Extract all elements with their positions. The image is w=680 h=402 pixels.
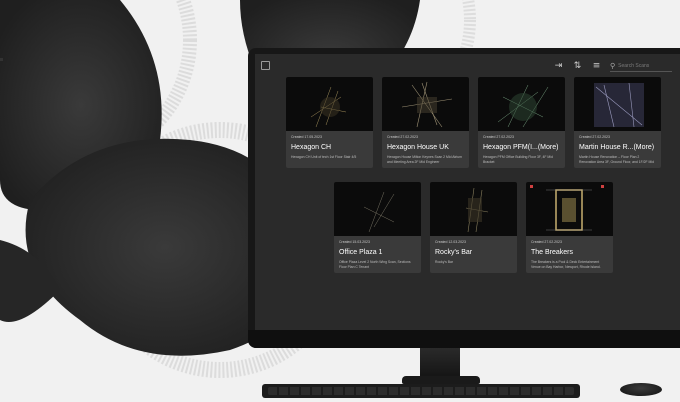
- scan-card[interactable]: Created 27.02.2023 The Breakers The Brea…: [526, 182, 613, 273]
- app-screen: ⇥ ⇅ ≡ ⚲ Created 17.05.2023 Hexagon CH: [255, 54, 680, 342]
- keyboard-keys: [268, 387, 574, 395]
- scan-date: Created 17.05.2023: [291, 135, 322, 139]
- scan-card[interactable]: Created 17.05.2023 Hexagon CH Hexagon CH…: [286, 77, 373, 168]
- scan-card[interactable]: Created 15.03.2023 Office Plaza 1 Office…: [334, 182, 421, 273]
- scan-date: Created 15.03.2023: [339, 240, 370, 244]
- scan-title: The Breakers: [531, 249, 574, 256]
- scan-title: Martin House R...(More): [579, 144, 655, 151]
- scan-date: Created 12.03.2023: [435, 240, 466, 244]
- search-box[interactable]: ⚲: [610, 61, 672, 72]
- scan-title: Hexagon House UK: [387, 144, 449, 151]
- scan-card[interactable]: Created 12.03.2023 Rocky's Bar Rocky's B…: [430, 182, 517, 273]
- monitor-stand: [420, 348, 460, 378]
- scan-description: The Breakers is a Pool & Deck Entertainm…: [531, 260, 601, 269]
- scan-thumbnail: [382, 77, 469, 131]
- keyboard: [262, 384, 580, 398]
- scan-thumbnail: [430, 182, 517, 236]
- mouse: [620, 383, 662, 396]
- edge-mark: [0, 58, 3, 61]
- scan-date: Created 27.02.2023: [483, 135, 514, 139]
- scan-date: Created 27.02.2023: [387, 135, 418, 139]
- scan-thumbnail: [574, 77, 661, 131]
- scan-title: Office Plaza 1: [339, 249, 383, 256]
- scan-description: Hexagon PFM Office Building Floor 3F, 4F…: [483, 155, 553, 164]
- scan-date: Created 27.02.2023: [579, 135, 610, 139]
- monitor-stand-base: [402, 376, 480, 384]
- app-logo-icon[interactable]: [261, 61, 270, 70]
- list-view-icon[interactable]: ≡: [591, 61, 602, 72]
- toolbar: ⇥ ⇅ ≡ ⚲: [553, 60, 672, 72]
- scan-date: Created 27.02.2023: [531, 240, 562, 244]
- scan-description: Hexagon House Milton Keynes Scan 2 Mid A…: [387, 155, 463, 164]
- scan-description: Office Plaza Level 2 North Wing Scan, Se…: [339, 260, 411, 269]
- sort-icon[interactable]: ⇅: [572, 61, 583, 72]
- search-icon: ⚲: [610, 61, 616, 70]
- scan-description: Hexagon CH Unit of tech 1st Floor Stair …: [291, 155, 357, 159]
- scan-title: Rocky's Bar: [435, 249, 473, 256]
- monitor-bezel: ⇥ ⇅ ≡ ⚲ Created 17.05.2023 Hexagon CH: [248, 48, 680, 348]
- scan-thumbnail: [334, 182, 421, 236]
- scan-thumbnail: [526, 182, 613, 236]
- scan-card[interactable]: Created 27.02.2023 Hexagon PFM(I...(More…: [478, 77, 565, 168]
- scan-description: Rocky's Bar: [435, 260, 453, 264]
- export-icon[interactable]: ⇥: [553, 61, 564, 72]
- monitor-chin: [248, 330, 680, 348]
- scene: ⇥ ⇅ ≡ ⚲ Created 17.05.2023 Hexagon CH: [0, 0, 680, 402]
- search-input[interactable]: [618, 61, 667, 70]
- scan-description: Martin House Renovation – Floor Plan 2 R…: [579, 155, 655, 164]
- scan-card[interactable]: Created 27.02.2023 Martin House R...(Mor…: [574, 77, 661, 168]
- scan-thumbnail: [478, 77, 565, 131]
- scan-card[interactable]: Created 27.02.2023 Hexagon House UK Hexa…: [382, 77, 469, 168]
- scan-title: Hexagon PFM(I...(More): [483, 144, 559, 151]
- scan-thumbnail: [286, 77, 373, 131]
- scan-title: Hexagon CH: [291, 144, 332, 151]
